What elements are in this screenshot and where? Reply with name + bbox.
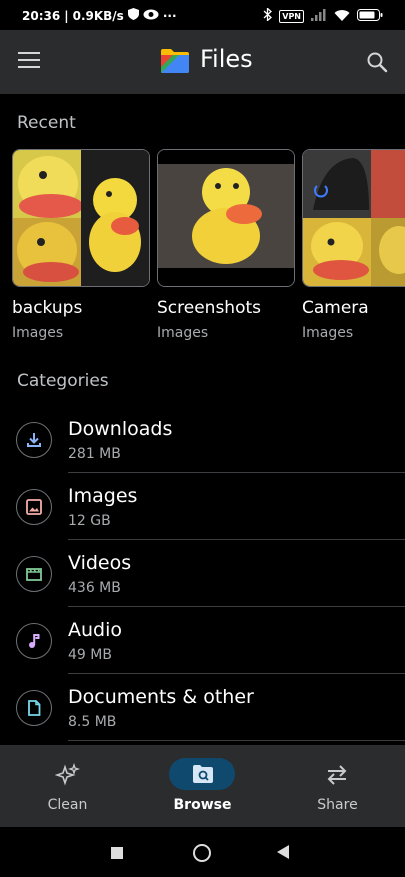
category-images[interactable]: Images 12 GB xyxy=(0,473,405,540)
nav-clean[interactable]: Clean xyxy=(0,745,135,827)
category-size: 436 MB xyxy=(68,580,121,596)
bottom-navigation: Clean Browse Share xyxy=(0,745,405,827)
folder-name-camera[interactable]: Camera xyxy=(302,298,369,318)
more-dots: ··· xyxy=(162,8,177,23)
movie-icon xyxy=(16,556,52,592)
browse-icon xyxy=(193,765,213,783)
menu-icon-line xyxy=(18,66,40,68)
files-logo-icon xyxy=(159,47,191,75)
shield-icon xyxy=(127,8,139,23)
menu-icon-line xyxy=(18,59,40,61)
folder-type-screenshots: Images xyxy=(157,325,209,341)
status-bar: 20:36 | 0.9KB/s ··· VPN xyxy=(0,0,405,30)
download-icon xyxy=(16,422,52,458)
folder-name-screenshots[interactable]: Screenshots xyxy=(157,298,261,318)
category-name: Downloads xyxy=(68,418,173,440)
category-size: 49 MB xyxy=(68,647,112,663)
nav-browse[interactable]: Browse xyxy=(135,745,270,827)
category-size: 281 MB xyxy=(68,446,121,462)
category-name: Images xyxy=(68,485,138,507)
signal-icon xyxy=(311,8,327,24)
folder-type-camera: Images xyxy=(302,325,354,341)
music-note-icon xyxy=(16,623,52,659)
folder-thumbnail-backups[interactable] xyxy=(12,149,150,287)
nav-label-share: Share xyxy=(317,797,358,813)
nav-share[interactable]: Share xyxy=(270,745,405,827)
status-time: 20:36 xyxy=(22,8,61,23)
search-button[interactable] xyxy=(365,50,389,74)
category-size: 12 GB xyxy=(68,513,111,529)
nav-label-clean: Clean xyxy=(47,797,88,813)
category-name: Documents & other xyxy=(68,686,254,708)
back-button-icon[interactable] xyxy=(277,845,289,859)
recent-section-title: Recent xyxy=(17,113,76,133)
folder-type-backups: Images xyxy=(12,325,64,341)
divider xyxy=(68,740,405,741)
image-icon xyxy=(16,489,52,525)
category-size: 8.5 MB xyxy=(68,714,117,730)
category-documents[interactable]: Documents & other 8.5 MB xyxy=(0,674,405,741)
category-videos[interactable]: Videos 436 MB xyxy=(0,540,405,607)
menu-button[interactable] xyxy=(18,52,40,70)
category-audio[interactable]: Audio 49 MB xyxy=(0,607,405,674)
category-name: Audio xyxy=(68,619,123,641)
network-speed: 0.9KB/s xyxy=(72,8,124,23)
bluetooth-icon xyxy=(263,7,273,24)
eye-icon xyxy=(143,9,159,23)
folder-name-backups[interactable]: backups xyxy=(12,298,82,318)
system-navigation-bar xyxy=(0,827,405,877)
vpn-badge: VPN xyxy=(279,9,304,23)
swap-arrows-icon xyxy=(327,765,347,785)
categories-section-title: Categories xyxy=(17,371,109,391)
recents-button-icon[interactable] xyxy=(111,847,123,859)
home-button-icon[interactable] xyxy=(193,844,211,862)
search-icon xyxy=(367,52,388,73)
wifi-icon xyxy=(334,9,350,24)
category-name: Videos xyxy=(68,552,132,574)
app-title: Files xyxy=(200,45,253,73)
document-icon xyxy=(16,690,52,726)
app-bar: Files xyxy=(0,30,405,94)
folder-thumbnail-screenshots[interactable] xyxy=(157,149,295,287)
menu-icon-line xyxy=(18,52,40,54)
nav-label-browse: Browse xyxy=(173,797,232,813)
sparkle-icon xyxy=(55,763,81,786)
category-downloads[interactable]: Downloads 281 MB xyxy=(0,406,405,473)
folder-thumbnail-camera[interactable] xyxy=(302,149,405,287)
battery-icon xyxy=(357,8,383,24)
